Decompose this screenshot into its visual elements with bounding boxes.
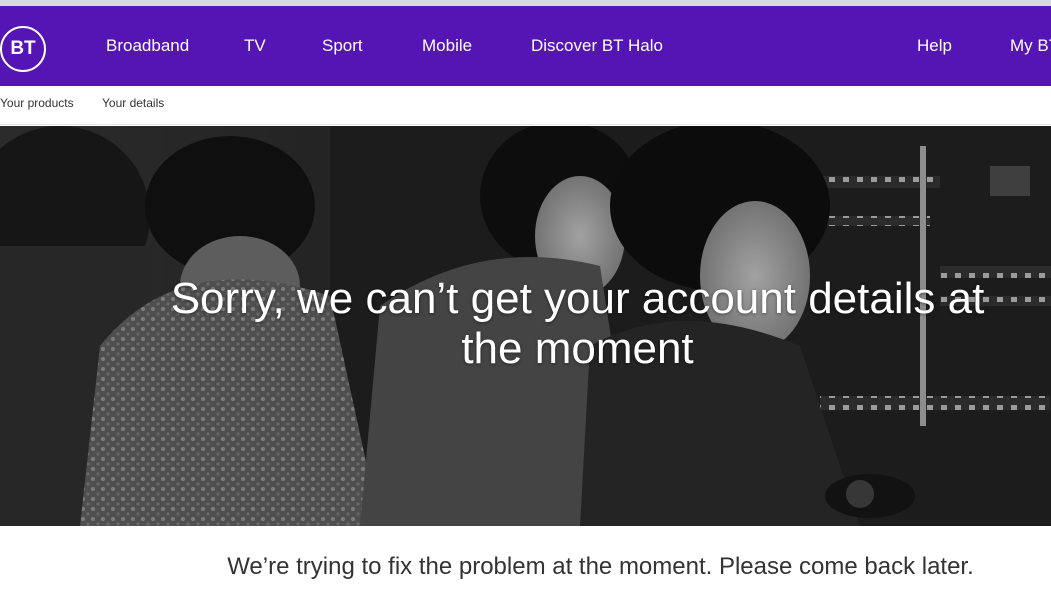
hero-banner: Sorry, we can’t get your account details… [0,126,1051,526]
nav-sport[interactable]: Sport [322,35,363,57]
bt-logo[interactable]: BT [0,26,46,72]
nav-mobile[interactable]: Mobile [422,35,472,57]
subnav-your-details[interactable]: Your details [102,96,164,110]
subnav-your-products[interactable]: Your products [0,96,74,110]
nav-discover-bt-halo[interactable]: Discover BT Halo [531,35,663,57]
main-navigation: BT Broadband TV Sport Mobile Discover BT… [0,6,1051,86]
nav-broadband[interactable]: Broadband [106,35,189,57]
secondary-navigation: Your products Your details [0,86,1051,125]
page-title: Sorry, we can’t get your account details… [170,274,985,373]
nav-my-bt[interactable]: My BT [1010,35,1051,57]
nav-help[interactable]: Help [917,35,952,57]
error-message: We’re trying to fix the problem at the m… [227,553,974,580]
nav-tv[interactable]: TV [244,35,266,57]
